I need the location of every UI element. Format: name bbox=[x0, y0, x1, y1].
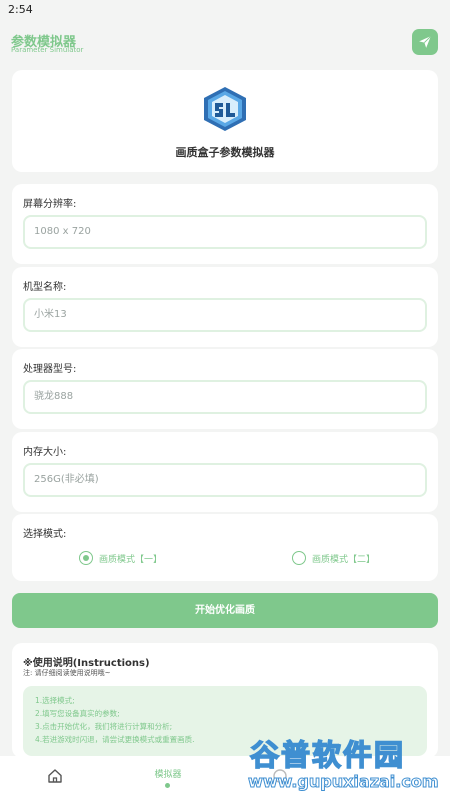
model-label: 机型名称: bbox=[23, 282, 67, 293]
mode-option-2[interactable]: 画质模式【二】 bbox=[292, 551, 375, 565]
instruction-step: 3.点击开始优化，我们将进行计算和分析; bbox=[35, 722, 173, 731]
mode-option-1-label: 画质模式【一】 bbox=[99, 554, 163, 565]
status-time: 2:54 bbox=[8, 3, 33, 16]
instructions-note: 注: 请仔细阅读使用说明哦~ bbox=[23, 669, 111, 677]
resolution-label: 屏幕分辨率: bbox=[23, 199, 77, 210]
processor-label: 处理器型号: bbox=[23, 364, 77, 375]
nav-third-icon[interactable] bbox=[272, 768, 288, 784]
radio-unselected-icon[interactable] bbox=[292, 551, 306, 565]
memory-label: 内存大小: bbox=[23, 447, 67, 458]
app-logo-icon bbox=[204, 87, 246, 131]
instructions-title: ※使用说明(Instructions) bbox=[23, 658, 150, 669]
instruction-step: 2.填写您设备真实的参数; bbox=[35, 709, 120, 718]
mode-option-2-label: 画质模式【二】 bbox=[312, 554, 376, 565]
mode-card: 选择模式: 画质模式【一】 画质模式【二】 bbox=[12, 514, 438, 581]
resolution-card: 屏幕分辨率: 1080 x 720 bbox=[12, 184, 438, 264]
instruction-step: 4.若进游戏时闪退，请尝试更换模式或重置画质. bbox=[35, 735, 195, 744]
home-icon[interactable] bbox=[47, 768, 63, 784]
bottom-navigation: 模拟器 bbox=[0, 756, 450, 800]
nav-simulator-tab[interactable]: 模拟器 bbox=[148, 767, 188, 780]
status-bar: 2:54 bbox=[0, 0, 450, 18]
processor-input[interactable]: 骁龙888 bbox=[23, 380, 427, 414]
send-icon bbox=[419, 35, 432, 48]
instruction-step: 1.选择模式; bbox=[35, 696, 75, 705]
memory-card: 内存大小: 256G(非必填) bbox=[12, 432, 438, 512]
model-card: 机型名称: 小米13 bbox=[12, 267, 438, 347]
memory-input[interactable]: 256G(非必填) bbox=[23, 463, 427, 497]
mode-label: 选择模式: bbox=[23, 529, 67, 540]
app-header: 参数模拟器 Parameter Simulator bbox=[0, 24, 450, 64]
instructions-steps: 1.选择模式; 2.填写您设备真实的参数; 3.点击开始优化，我们将进行计算和分… bbox=[23, 686, 427, 756]
model-input[interactable]: 小米13 bbox=[23, 298, 427, 332]
logo-card: 画质盒子参数模拟器 bbox=[12, 70, 438, 172]
send-button[interactable] bbox=[412, 29, 438, 55]
start-optimize-button[interactable]: 开始优化画质 bbox=[12, 593, 438, 628]
mode-option-1[interactable]: 画质模式【一】 bbox=[79, 551, 162, 565]
app-subtitle: Parameter Simulator bbox=[11, 46, 84, 54]
logo-caption: 画质盒子参数模拟器 bbox=[175, 146, 275, 159]
resolution-input[interactable]: 1080 x 720 bbox=[23, 215, 427, 249]
processor-card: 处理器型号: 骁龙888 bbox=[12, 349, 438, 429]
active-tab-indicator bbox=[165, 783, 170, 788]
radio-selected-icon[interactable] bbox=[79, 551, 93, 565]
instructions-card: ※使用说明(Instructions) 注: 请仔细阅读使用说明哦~ 1.选择模… bbox=[12, 643, 438, 758]
